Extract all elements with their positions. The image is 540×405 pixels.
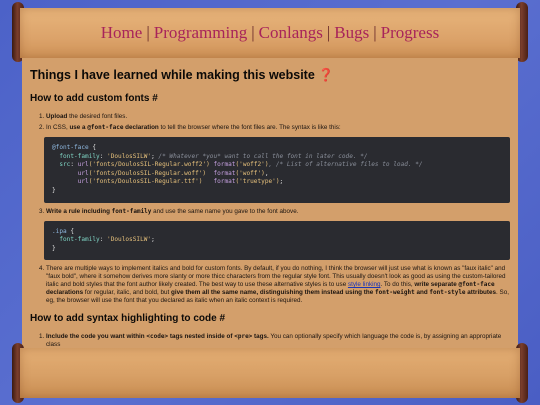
nav-progress-link[interactable]: Progress (381, 23, 440, 42)
nav-conlangs-link[interactable]: Conlangs (259, 23, 323, 42)
inline-code: @font-face (458, 281, 495, 289)
code-token: { (66, 227, 75, 235)
code-token: ; (279, 178, 284, 186)
list-item: Write a rule including font-family and u… (44, 207, 510, 261)
nav-separator: | (326, 23, 331, 42)
nav-home-link[interactable]: Home (101, 23, 143, 42)
content-paper: Things I have learned while making this … (22, 58, 518, 348)
step-text: for regular, italic, and bold, but (83, 289, 171, 297)
top-scroll-banner: Home | Programming | Conlangs | Bugs | Progress (20, 8, 520, 58)
code-token: .ipa (52, 227, 67, 235)
step-text: the desired font files. (67, 113, 128, 120)
bottom-scroll-banner (20, 348, 520, 398)
code-token: format (213, 169, 236, 177)
syntax-highlighting-steps: Include the code you want within <code> … (30, 333, 510, 348)
step-bold-text: attributes (465, 289, 496, 297)
inline-code: font-weight (374, 289, 415, 297)
step-bold-text: write separate (414, 281, 459, 289)
code-token: src (59, 161, 71, 169)
step-bold-text: give them all the same name, distinguish… (170, 289, 375, 297)
step-bold-text: Write a rule including (46, 207, 112, 215)
step-bold-text: Upload (46, 113, 68, 120)
code-token: url (77, 161, 89, 169)
step-bold-text: Include the code you want within (46, 333, 147, 341)
code-token: , (264, 169, 269, 177)
section-heading-custom-fonts[interactable]: How to add custom fonts # (30, 93, 510, 104)
step-text: . To do this, (380, 281, 415, 289)
code-token: ('fonts/DoulosSIL-Regular.ttf') (88, 178, 203, 186)
nav-bugs-link[interactable]: Bugs (334, 23, 369, 42)
custom-fonts-steps: Upload the desired font files. In CSS, u… (30, 113, 510, 305)
code-token: url (77, 178, 89, 186)
nav-separator: | (146, 23, 150, 42)
code-token: } (52, 186, 56, 194)
list-item: Include the code you want within <code> … (46, 333, 510, 348)
code-comment: , /* List of alternative files to load. … (268, 161, 423, 169)
code-token: font-family (59, 152, 100, 160)
nav-programming-link[interactable]: Programming (154, 23, 248, 42)
step-bold-text: declarations (46, 289, 84, 297)
inline-code: <code> (146, 333, 169, 341)
nav-separator: | (251, 23, 255, 42)
page-title: Things I have learned while making this … (30, 68, 334, 82)
list-item: In CSS, use a @font-face declaration to … (44, 124, 510, 203)
code-token: ; (151, 236, 155, 244)
code-token: format (213, 178, 236, 186)
code-token: : (99, 152, 108, 160)
code-token: : (70, 161, 78, 169)
step-bold-text: use a (69, 124, 88, 131)
inline-code: @font-face (87, 124, 124, 131)
list-item: There are multiple ways to implement ita… (46, 265, 510, 305)
code-token: ('fonts/DoulosSIL-Regular.woff2') (88, 161, 210, 169)
code-token: font-family (59, 236, 100, 244)
step-text: In CSS, (46, 124, 70, 131)
code-comment: /* Whatever *you* want to call the font … (158, 152, 368, 160)
code-block-font-face: @font-face { font-family: 'DoulosSILW'; … (44, 137, 510, 203)
code-token: url (77, 169, 89, 177)
step-text: and use the same name you gave to the fo… (151, 207, 299, 215)
step-bold-text: and (414, 289, 430, 297)
code-token: { (88, 144, 97, 151)
code-token: 'DoulosSILW' (107, 236, 152, 244)
inline-code: <pre> (234, 333, 253, 341)
inline-code: font-family (111, 207, 152, 215)
section-heading-syntax-highlighting[interactable]: How to add syntax highlighting to code # (30, 313, 510, 324)
code-token: ('fonts/DoulosSIL-Regular.woff') (88, 169, 207, 177)
code-token: format (213, 161, 236, 169)
code-token: } (52, 244, 56, 252)
nav-separator: | (373, 23, 377, 42)
style-linking-link[interactable]: style linking (348, 281, 381, 288)
step-bold-text: tags nested inside of (168, 333, 235, 341)
code-token: ('truetype') (235, 178, 280, 186)
code-token: @font-face (52, 144, 89, 151)
step-bold-text: tags. (252, 333, 269, 341)
code-token: : (99, 236, 108, 244)
step-text: to tell the browser where the font files… (158, 124, 341, 131)
code-block-font-family: .ipa { font-family: 'DoulosSILW'; } (44, 220, 510, 261)
code-token: ('woff') (235, 169, 265, 177)
code-token: ('woff2') (235, 161, 269, 169)
list-item: Upload the desired font files. (46, 113, 510, 121)
main-nav: Home | Programming | Conlangs | Bugs | Progress (101, 23, 439, 43)
inline-code: font-style (429, 289, 466, 297)
code-token: 'DoulosSILW' (107, 152, 152, 160)
step-bold-text: declaration (123, 124, 159, 131)
